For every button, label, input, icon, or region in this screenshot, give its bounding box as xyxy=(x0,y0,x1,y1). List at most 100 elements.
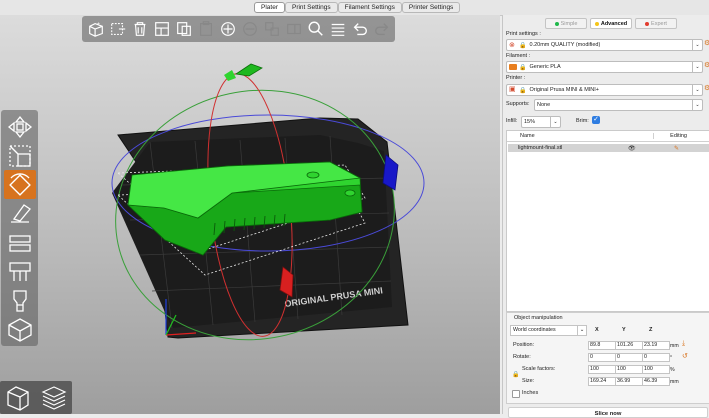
undo-icon[interactable] xyxy=(350,20,369,39)
rotate-z-input[interactable]: 0 xyxy=(642,353,670,362)
rotate-x-input[interactable]: 0 xyxy=(588,353,616,362)
sidebar: Simple Advanced Expert Print settings : … xyxy=(502,15,709,418)
scale-y-input[interactable]: 100 xyxy=(615,365,643,374)
lock-icon: 🔒 xyxy=(519,87,527,94)
infill-value: 15% xyxy=(524,119,536,125)
object-manipulation-title: Object manipulation xyxy=(514,315,563,321)
3d-viewport[interactable]: ORIGINAL PRUSA MINI + xyxy=(0,15,500,414)
scale-unit: % xyxy=(670,367,675,373)
size-y-input[interactable]: 36.99 xyxy=(615,377,643,386)
brim-checkbox[interactable]: ✓ xyxy=(592,116,600,124)
delete-icon[interactable] xyxy=(108,20,127,39)
paste-icon[interactable] xyxy=(196,20,215,39)
cut-icon[interactable] xyxy=(4,228,36,257)
scene-canvas[interactable]: ORIGINAL PRUSA MINI xyxy=(0,15,500,414)
column-name: Name xyxy=(520,133,535,139)
tab-print-settings[interactable]: Print Settings xyxy=(284,2,338,13)
print-settings-gear-icon[interactable]: ⚙ xyxy=(704,40,709,47)
position-x-input[interactable]: 89.8 xyxy=(588,341,616,350)
supports-select[interactable]: None ⌄ xyxy=(534,99,703,111)
chevron-down-icon[interactable]: ⌄ xyxy=(692,40,702,50)
hollow-icon[interactable] xyxy=(4,315,36,344)
rotate-handle-top xyxy=(234,63,263,77)
scale-z-input[interactable]: 100 xyxy=(642,365,670,374)
mode-advanced[interactable]: Advanced xyxy=(590,18,632,29)
add-object-icon[interactable]: + xyxy=(86,20,105,39)
edit-icon[interactable]: ✎ xyxy=(674,145,679,152)
chevron-down-icon[interactable]: ⌄ xyxy=(692,100,702,110)
copy-icon[interactable] xyxy=(174,20,193,39)
rotate-icon[interactable] xyxy=(3,170,36,199)
chevron-down-icon[interactable]: ⌄ xyxy=(692,62,702,72)
reset-rotation-icon[interactable]: ↺ xyxy=(682,352,688,360)
chevron-down-icon[interactable]: ⌄ xyxy=(577,325,587,336)
inches-checkbox[interactable] xyxy=(512,390,520,398)
object-list: Name Editing lightmount-final.stl 👁 ✎ xyxy=(506,130,709,312)
mode-bar: Simple Advanced Expert xyxy=(545,18,677,29)
tab-bar: Plater Print Settings Filament Settings … xyxy=(0,0,709,16)
coordinate-system-value: World coordinates xyxy=(513,327,556,333)
split-parts-icon[interactable] xyxy=(284,20,303,39)
position-label: Position: xyxy=(513,342,535,348)
supports-value: None xyxy=(537,102,551,108)
printer-icon: ▣ xyxy=(509,86,516,93)
layers-editing-icon[interactable] xyxy=(328,20,347,39)
chevron-down-icon[interactable]: ⌄ xyxy=(692,85,702,95)
rotate-y-input[interactable]: 0 xyxy=(615,353,643,362)
preview-layers-icon[interactable] xyxy=(39,384,69,412)
printer-select[interactable]: ▣ 🔒 Original Prusa MINI & MINI+ ⌄ xyxy=(506,84,703,96)
drop-to-bed-icon[interactable]: ⤓ xyxy=(682,340,685,348)
support-painting-icon[interactable] xyxy=(4,257,36,286)
infill-select[interactable]: 15% ⌄ xyxy=(521,116,561,128)
axis-y-header: Y xyxy=(622,327,626,333)
scale-lock-icon[interactable]: 🔒 xyxy=(512,371,519,378)
remove-instance-icon[interactable] xyxy=(240,20,259,39)
add-instance-icon[interactable] xyxy=(218,20,237,39)
position-z-input[interactable]: 23.19 xyxy=(642,341,670,350)
lock-icon: 🔒 xyxy=(519,42,527,49)
search-icon[interactable] xyxy=(306,20,325,39)
print-settings-select[interactable]: ⊗ 🔒 0.20mm QUALITY (modified) ⌄ xyxy=(506,39,703,51)
scale-icon[interactable] xyxy=(4,141,36,170)
position-y-input[interactable]: 101.26 xyxy=(615,341,643,350)
filament-gear-icon[interactable]: ⚙ xyxy=(704,62,709,69)
slice-now-button[interactable]: Slice now xyxy=(508,407,708,418)
printer-value: Original Prusa MINI & MINI+ xyxy=(529,87,600,93)
tab-printer-settings[interactable]: Printer Settings xyxy=(401,2,461,13)
split-objects-icon[interactable] xyxy=(262,20,281,39)
arrange-icon[interactable] xyxy=(152,20,171,39)
tab-plater[interactable]: Plater xyxy=(254,2,285,13)
move-icon[interactable] xyxy=(4,112,36,141)
object-manipulation-panel: Object manipulation World coordinates ⌄ … xyxy=(506,312,709,404)
mode-advanced-label: Advanced xyxy=(600,20,628,27)
mode-simple[interactable]: Simple xyxy=(545,18,587,29)
print-settings-icon: ⊗ xyxy=(509,42,515,49)
3d-view-icon[interactable] xyxy=(3,384,33,412)
rotate-label: Rotate: xyxy=(513,354,531,360)
place-on-face-icon[interactable] xyxy=(4,199,36,228)
tab-filament-settings[interactable]: Filament Settings xyxy=(337,2,402,13)
position-unit: mm xyxy=(670,343,679,349)
delete-all-icon[interactable] xyxy=(130,20,149,39)
printer-gear-icon[interactable]: ⚙ xyxy=(704,85,709,92)
filament-select[interactable]: 🔒 Generic PLA ⌄ xyxy=(506,61,703,73)
brim-label: Brim: xyxy=(576,118,589,124)
coordinate-system-select[interactable]: World coordinates ⌄ xyxy=(510,325,587,336)
eye-icon[interactable]: 👁 xyxy=(628,145,636,152)
chevron-down-icon[interactable]: ⌄ xyxy=(550,117,560,127)
scale-x-input[interactable]: 100 xyxy=(588,365,616,374)
redo-icon[interactable] xyxy=(372,20,391,39)
svg-text:+: + xyxy=(96,21,99,27)
rotate-handle-right xyxy=(382,154,399,191)
filament-color-swatch[interactable] xyxy=(509,64,517,70)
mode-expert[interactable]: Expert xyxy=(635,18,677,29)
printer-label: Printer : xyxy=(506,75,526,81)
seam-painting-icon[interactable] xyxy=(4,286,36,315)
size-x-input[interactable]: 169.24 xyxy=(588,377,616,386)
size-z-input[interactable]: 46.39 xyxy=(642,377,670,386)
filament-label: Filament : xyxy=(506,53,531,59)
left-toolbar xyxy=(1,110,38,346)
mode-simple-dot xyxy=(554,21,559,26)
list-item[interactable]: lightmount-final.stl 👁 ✎ xyxy=(508,144,709,152)
print-settings-label: Print settings : xyxy=(506,31,541,37)
